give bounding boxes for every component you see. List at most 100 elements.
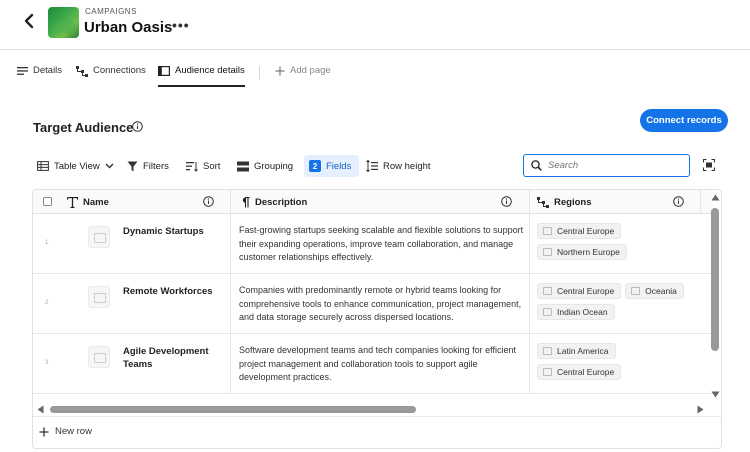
- filter-icon: [127, 161, 138, 171]
- filters-button[interactable]: Filters: [127, 155, 169, 177]
- table-icon: [158, 66, 170, 76]
- regions-info-icon[interactable]: [673, 196, 684, 207]
- scroll-down-arrow[interactable]: [711, 391, 720, 398]
- column-name-label: Name: [83, 196, 109, 208]
- table-row[interactable]: 3 Agile Development Teams Software devel…: [33, 334, 713, 394]
- tab-audience-details[interactable]: Audience details: [158, 65, 245, 87]
- region-tag[interactable]: Central Europe: [537, 223, 622, 239]
- fields-label: Fields: [326, 160, 352, 172]
- column-divider: [529, 190, 530, 214]
- more-options-button[interactable]: •••: [172, 17, 190, 33]
- plus-icon: [275, 66, 285, 76]
- table-view-label: Table View: [54, 160, 100, 172]
- row-regions: Central Europe Northern Europe: [537, 223, 707, 260]
- column-description-label: Description: [255, 196, 308, 208]
- connect-records-button[interactable]: Connect records: [640, 109, 728, 132]
- region-tag[interactable]: Indian Ocean: [537, 304, 615, 320]
- sort-icon: [186, 161, 198, 172]
- plus-icon: [39, 427, 49, 436]
- section-title: Target Audience: [33, 120, 134, 135]
- tab-connections[interactable]: Connections: [76, 65, 146, 87]
- fields-count-badge: 2: [309, 160, 321, 172]
- row-number: 3: [45, 360, 49, 366]
- scroll-left-arrow[interactable]: [37, 405, 44, 414]
- row-height-label: Row height: [383, 160, 431, 172]
- table-header: Name Description Regions: [33, 190, 713, 214]
- region-tag[interactable]: Oceania: [625, 283, 684, 299]
- divider: [33, 416, 721, 417]
- connections-icon: [76, 66, 88, 77]
- table-row[interactable]: 2 Remote Workforces Companies with predo…: [33, 274, 713, 334]
- row-number: 1: [45, 240, 49, 246]
- paragraph-icon: [242, 196, 250, 207]
- list-icon: [17, 67, 28, 75]
- row-thumbnail-placeholder: [88, 346, 110, 368]
- region-tag[interactable]: Central Europe: [537, 283, 622, 299]
- vertical-scrollbar-thumb[interactable]: [711, 208, 719, 351]
- scroll-right-arrow[interactable]: [697, 405, 704, 414]
- grouping-label: Grouping: [254, 160, 294, 172]
- info-icon[interactable]: [132, 121, 143, 135]
- name-info-icon[interactable]: [203, 196, 214, 207]
- region-tag[interactable]: Latin America: [537, 343, 616, 359]
- table-row[interactable]: 1 Dynamic Startups Fast-growing startups…: [33, 214, 713, 274]
- new-row-label: New row: [55, 426, 92, 437]
- region-tag[interactable]: Northern Europe: [537, 244, 627, 260]
- search-icon: [531, 160, 542, 171]
- page-tabs: Details Connections Audience details Add…: [0, 50, 750, 92]
- row-number: 2: [45, 300, 49, 306]
- tab-connections-label: Connections: [93, 65, 146, 76]
- row-name[interactable]: Remote Workforces: [123, 285, 223, 298]
- chevron-down-icon: [105, 163, 114, 169]
- campaign-thumbnail: [48, 7, 79, 38]
- horizontal-scrollbar-thumb[interactable]: [50, 406, 416, 413]
- table-view-dropdown[interactable]: Table View: [37, 155, 114, 177]
- description-info-icon[interactable]: [501, 196, 512, 207]
- page-title: Urban Oasis: [84, 19, 173, 36]
- row-thumbnail-placeholder: [88, 226, 110, 248]
- fullscreen-icon: [702, 158, 716, 172]
- app-header: CAMPAIGNS Urban Oasis •••: [0, 0, 750, 50]
- row-regions: Central Europe Oceania Indian Ocean: [537, 283, 707, 320]
- search-box: [523, 154, 690, 177]
- row-thumbnail-placeholder: [88, 286, 110, 308]
- row-description: Fast-growing startups seeking scalable a…: [239, 225, 524, 262]
- new-row-button[interactable]: New row: [39, 426, 92, 437]
- column-header-regions[interactable]: Regions: [537, 190, 591, 214]
- column-divider: [700, 190, 701, 214]
- column-header-name[interactable]: Name: [67, 190, 109, 214]
- audience-table: Name Description Regions 1 Dynamic Start…: [32, 189, 722, 449]
- column-header-description[interactable]: Description: [241, 190, 307, 214]
- add-page-button[interactable]: Add page: [275, 65, 331, 87]
- text-field-icon: [67, 196, 78, 208]
- row-name[interactable]: Dynamic Startups: [123, 225, 223, 238]
- breadcrumb[interactable]: CAMPAIGNS: [85, 7, 137, 16]
- table-view-icon: [37, 161, 49, 171]
- fields-button[interactable]: 2 Fields: [304, 155, 360, 177]
- tab-details[interactable]: Details: [17, 65, 62, 87]
- region-tag[interactable]: Central Europe: [537, 364, 622, 380]
- sort-button[interactable]: Sort: [186, 155, 220, 177]
- scroll-up-arrow[interactable]: [711, 194, 720, 201]
- grouping-icon: [237, 161, 249, 171]
- filters-label: Filters: [143, 160, 169, 172]
- column-divider: [230, 190, 231, 214]
- back-button[interactable]: [23, 13, 37, 31]
- row-description: Companies with predominantly remote or h…: [239, 285, 522, 322]
- grouping-button[interactable]: Grouping: [237, 155, 293, 177]
- row-name[interactable]: Agile Development Teams: [123, 345, 223, 371]
- row-description: Software development teams and tech comp…: [239, 345, 516, 382]
- row-height-button[interactable]: Row height: [366, 155, 431, 177]
- row-regions: Latin America Central Europe: [537, 343, 637, 380]
- add-page-label: Add page: [290, 65, 331, 76]
- chevron-left-icon: [24, 13, 34, 29]
- row-height-icon: [366, 160, 378, 172]
- column-regions-label: Regions: [554, 196, 592, 208]
- expand-button[interactable]: [702, 158, 716, 174]
- tab-details-label: Details: [33, 65, 63, 76]
- tab-audience-details-label: Audience details: [175, 65, 245, 76]
- search-input[interactable]: [548, 158, 683, 173]
- select-all-checkbox[interactable]: [43, 197, 52, 206]
- sort-label: Sort: [203, 160, 221, 172]
- multi-select-icon: [537, 196, 549, 208]
